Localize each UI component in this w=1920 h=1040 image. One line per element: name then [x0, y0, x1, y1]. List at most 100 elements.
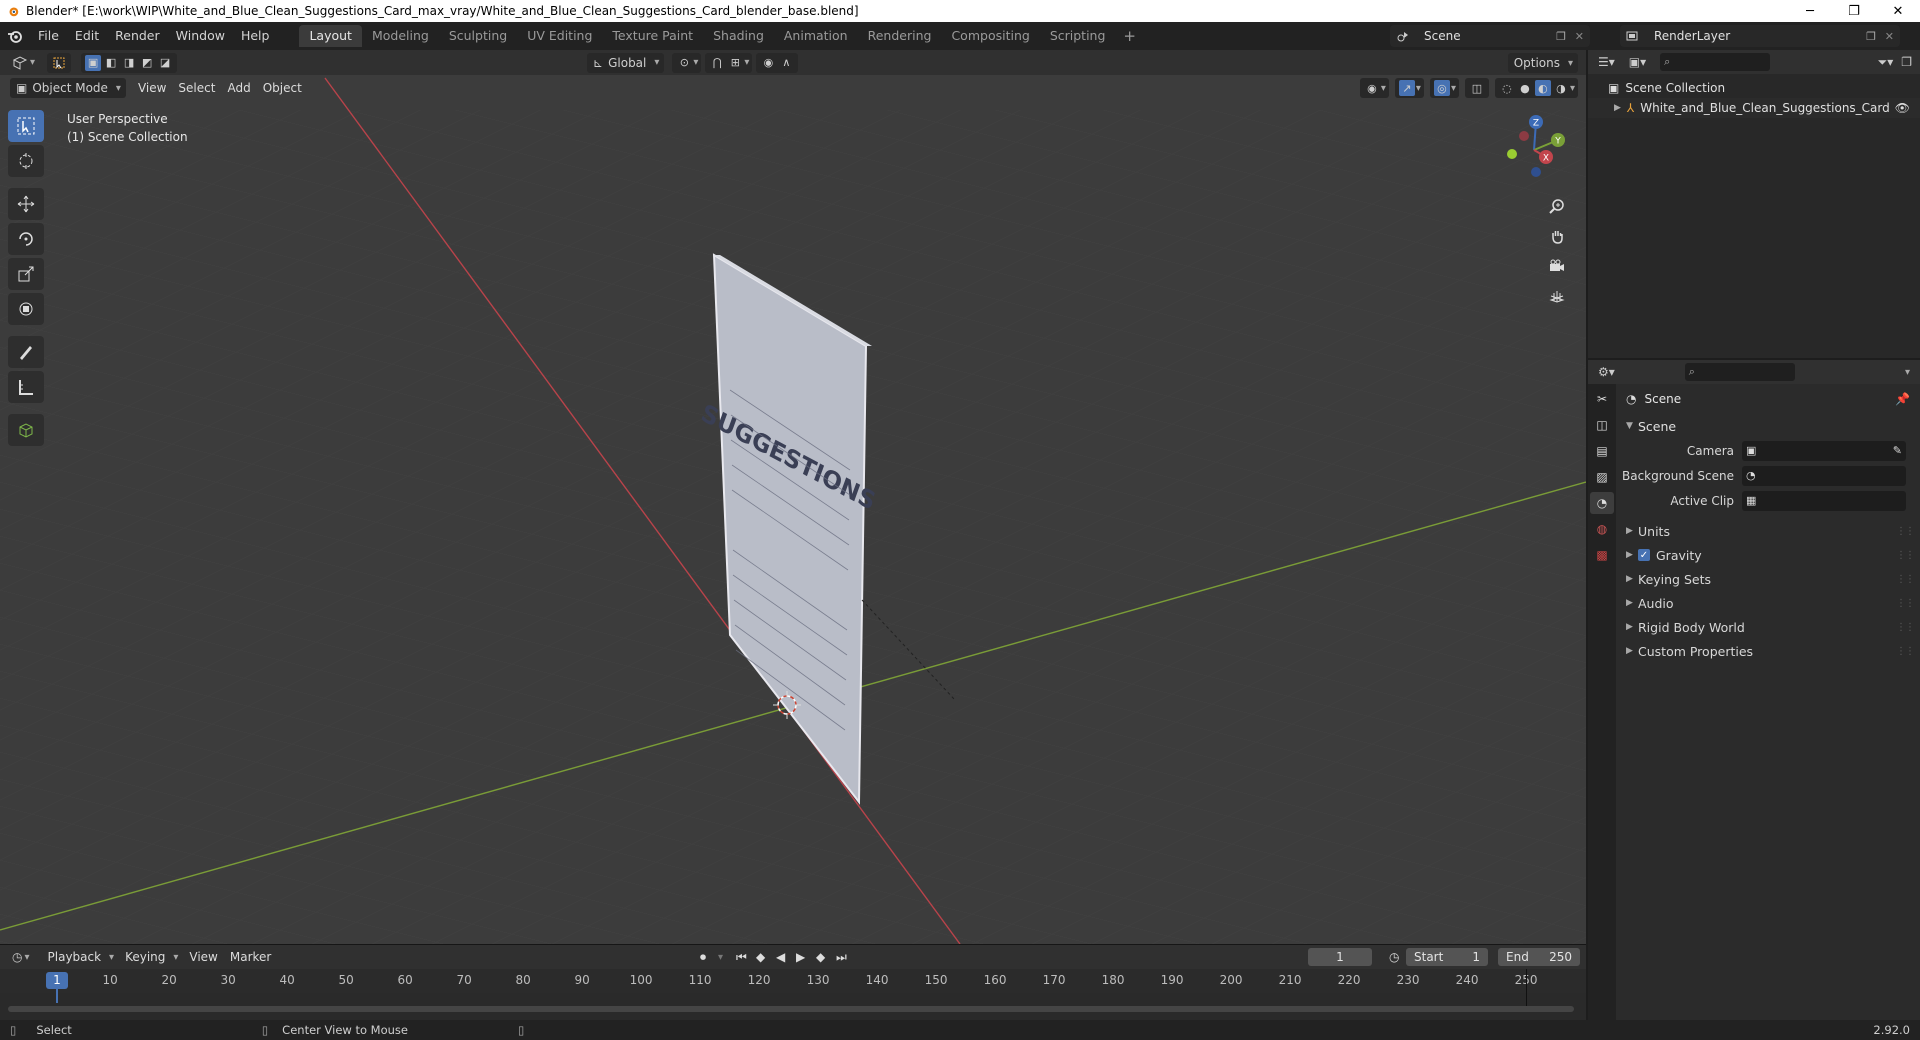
transform-tool-icon[interactable] [8, 293, 44, 325]
render-tab-icon[interactable]: ◫ [1590, 414, 1614, 436]
add-cube-tool-icon[interactable] [8, 414, 44, 446]
cursor-tool-icon[interactable] [8, 145, 44, 177]
tab-compositing[interactable]: Compositing [941, 25, 1039, 47]
camera-field[interactable]: ▣ ✎ [1742, 440, 1906, 461]
mode-subtract-selection-icon[interactable]: ◨ [121, 55, 137, 71]
record-keyframe-icon[interactable]: ⏺ [700, 950, 718, 965]
gravity-panel[interactable]: ▶ ✓ Gravity ⋮⋮ [1616, 543, 1920, 567]
jump-start-icon[interactable]: ⏮ [736, 950, 756, 965]
blender-menu-icon[interactable] [0, 22, 30, 50]
zoom-icon[interactable] [1544, 193, 1570, 219]
current-frame-field[interactable]: 1 [1308, 948, 1372, 966]
mode-intersect-selection-icon[interactable]: ◪ [157, 55, 173, 71]
end-frame-field[interactable]: End 250 [1498, 948, 1580, 966]
start-frame-field[interactable]: Start 1 [1406, 948, 1488, 966]
visibility-dropdown[interactable]: ◉ ▾ [1359, 78, 1389, 98]
rotate-tool-icon[interactable] [8, 223, 44, 255]
scene-panel-header[interactable]: ▼ Scene [1616, 414, 1920, 438]
new-collection-icon[interactable]: ❐ [1901, 55, 1912, 69]
select-tool-icon[interactable] [8, 110, 44, 142]
menu-window[interactable]: Window [168, 22, 233, 50]
viewport-menu-view[interactable]: View [132, 78, 172, 98]
viewport-menu-add[interactable]: Add [221, 78, 256, 98]
add-workspace-icon[interactable]: + [1115, 27, 1144, 45]
overlay-toggle[interactable]: ◎ ▾ [1429, 78, 1459, 98]
minimize-button[interactable]: ─ [1788, 0, 1832, 22]
play-icon[interactable]: ▶ [796, 950, 816, 964]
object-mode-dropdown[interactable]: ▣ Object Mode [10, 78, 126, 98]
material-shading-icon[interactable]: ◐ [1534, 80, 1551, 96]
gizmo-toggle[interactable]: ↗ ▾ [1394, 78, 1424, 98]
timeline-scrollbar[interactable] [8, 1006, 1574, 1012]
solid-shading-icon[interactable]: ● [1517, 80, 1533, 96]
scale-tool-icon[interactable] [8, 258, 44, 290]
renderlayer-selector[interactable]: RenderLayer ❐ ✕ [1620, 25, 1900, 47]
outliner-row-object[interactable]: ▶ ⅄ White_and_Blue_Clean_Suggestions_Car… [1588, 98, 1920, 118]
current-frame-indicator[interactable]: 1 [46, 972, 68, 989]
tab-rendering[interactable]: Rendering [858, 25, 942, 47]
outliner-editor-type-icon[interactable]: ☰▾ [1598, 55, 1615, 69]
menu-file[interactable]: File [30, 22, 67, 50]
play-reverse-icon[interactable]: ◀ [776, 950, 796, 964]
view-layer-tab-icon[interactable]: ▨ [1590, 466, 1614, 488]
tab-uv-editing[interactable]: UV Editing [517, 25, 602, 47]
display-mode-icon[interactable]: ▣▾ [1629, 55, 1646, 69]
falloff-icon[interactable]: ∧ [778, 55, 794, 71]
mode-extend-selection-icon[interactable]: ◧ [103, 55, 119, 71]
xray-toggle[interactable]: ◫ [1464, 78, 1489, 98]
mode-invert-selection-icon[interactable]: ◩ [139, 55, 155, 71]
timeline-editor-type-button[interactable]: ◷ ▾ [6, 947, 36, 967]
delete-scene-icon[interactable]: ✕ [1575, 30, 1584, 43]
keying-menu[interactable]: Keying [119, 947, 183, 967]
auto-key-dropdown-icon[interactable]: ▾ [718, 952, 736, 963]
pivot-point-dropdown[interactable]: ⊙ ▾ [672, 52, 702, 73]
outliner-search-input[interactable]: ⌕ [1660, 53, 1771, 71]
background-scene-field[interactable]: ◔ [1742, 465, 1906, 486]
scene-tab-icon[interactable]: ◔ [1590, 492, 1614, 514]
jump-end-icon[interactable]: ⏭ [836, 950, 856, 965]
audio-panel[interactable]: ▶ Audio ⋮⋮ [1616, 591, 1920, 615]
wireframe-shading-icon[interactable]: ◌ [1499, 80, 1515, 96]
outliner-row-scene-collection[interactable]: ▣ Scene Collection [1588, 78, 1920, 98]
properties-search-input[interactable]: ⌕ [1684, 363, 1795, 381]
delete-renderlayer-icon[interactable]: ✕ [1885, 30, 1894, 43]
menu-help[interactable]: Help [233, 22, 278, 50]
viewport-menu-object[interactable]: Object [257, 78, 308, 98]
rendered-shading-icon[interactable]: ◑ [1553, 80, 1569, 96]
prev-keyframe-icon[interactable]: ◆ [756, 950, 776, 964]
select-box-tool-icon[interactable] [51, 55, 67, 71]
rigid-body-world-panel[interactable]: ▶ Rigid Body World ⋮⋮ [1616, 615, 1920, 639]
proportional-edit-toggle[interactable]: ◉ ∧ [756, 52, 799, 73]
timeline-menu-marker[interactable]: Marker [224, 947, 277, 967]
measure-tool-icon[interactable] [8, 371, 44, 403]
timeline-editor[interactable]: ◷▾ Playback Keying View Marker ⏺ ▾ ⏮ ◆ ◀… [0, 944, 1586, 1020]
tab-modeling[interactable]: Modeling [362, 25, 439, 47]
menu-edit[interactable]: Edit [67, 22, 107, 50]
filter-icon[interactable]: ⏷▾ [1878, 55, 1894, 70]
snap-target-icon[interactable]: ⊞ [727, 55, 743, 71]
close-button[interactable]: ✕ [1876, 0, 1920, 22]
navigation-gizmo[interactable]: Z Y X [1494, 110, 1574, 190]
tab-animation[interactable]: Animation [774, 25, 858, 47]
options-dropdown[interactable]: Options [1507, 53, 1578, 73]
active-clip-field[interactable]: ▦ [1742, 490, 1906, 511]
annotate-tool-icon[interactable] [8, 336, 44, 368]
menu-render[interactable]: Render [107, 22, 168, 50]
tab-sculpting[interactable]: Sculpting [439, 25, 517, 47]
restore-button[interactable]: ❐ [1832, 0, 1876, 22]
pin-icon[interactable]: 📌 [1895, 392, 1910, 406]
properties-editor-type-icon[interactable]: ⚙▾ [1598, 365, 1615, 379]
output-tab-icon[interactable]: ▤ [1590, 440, 1614, 462]
eye-visibility-icon[interactable]: 👁 [1895, 101, 1910, 115]
tab-shading[interactable]: Shading [703, 25, 774, 47]
copy-renderlayer-icon[interactable]: ❐ [1866, 30, 1876, 43]
camera-view-icon[interactable] [1544, 253, 1570, 279]
snap-toggle[interactable]: ⋂ ⊞ ▾ [705, 52, 753, 73]
preview-range-icon[interactable]: ◷ [1389, 950, 1399, 964]
playback-menu[interactable]: Playback [42, 947, 120, 967]
move-tool-icon[interactable] [8, 188, 44, 220]
units-panel[interactable]: ▶ Units ⋮⋮ [1616, 519, 1920, 543]
viewport-menu-select[interactable]: Select [172, 78, 221, 98]
properties-options-icon[interactable]: ▾ [1905, 367, 1910, 378]
gravity-checkbox[interactable]: ✓ [1638, 549, 1650, 561]
